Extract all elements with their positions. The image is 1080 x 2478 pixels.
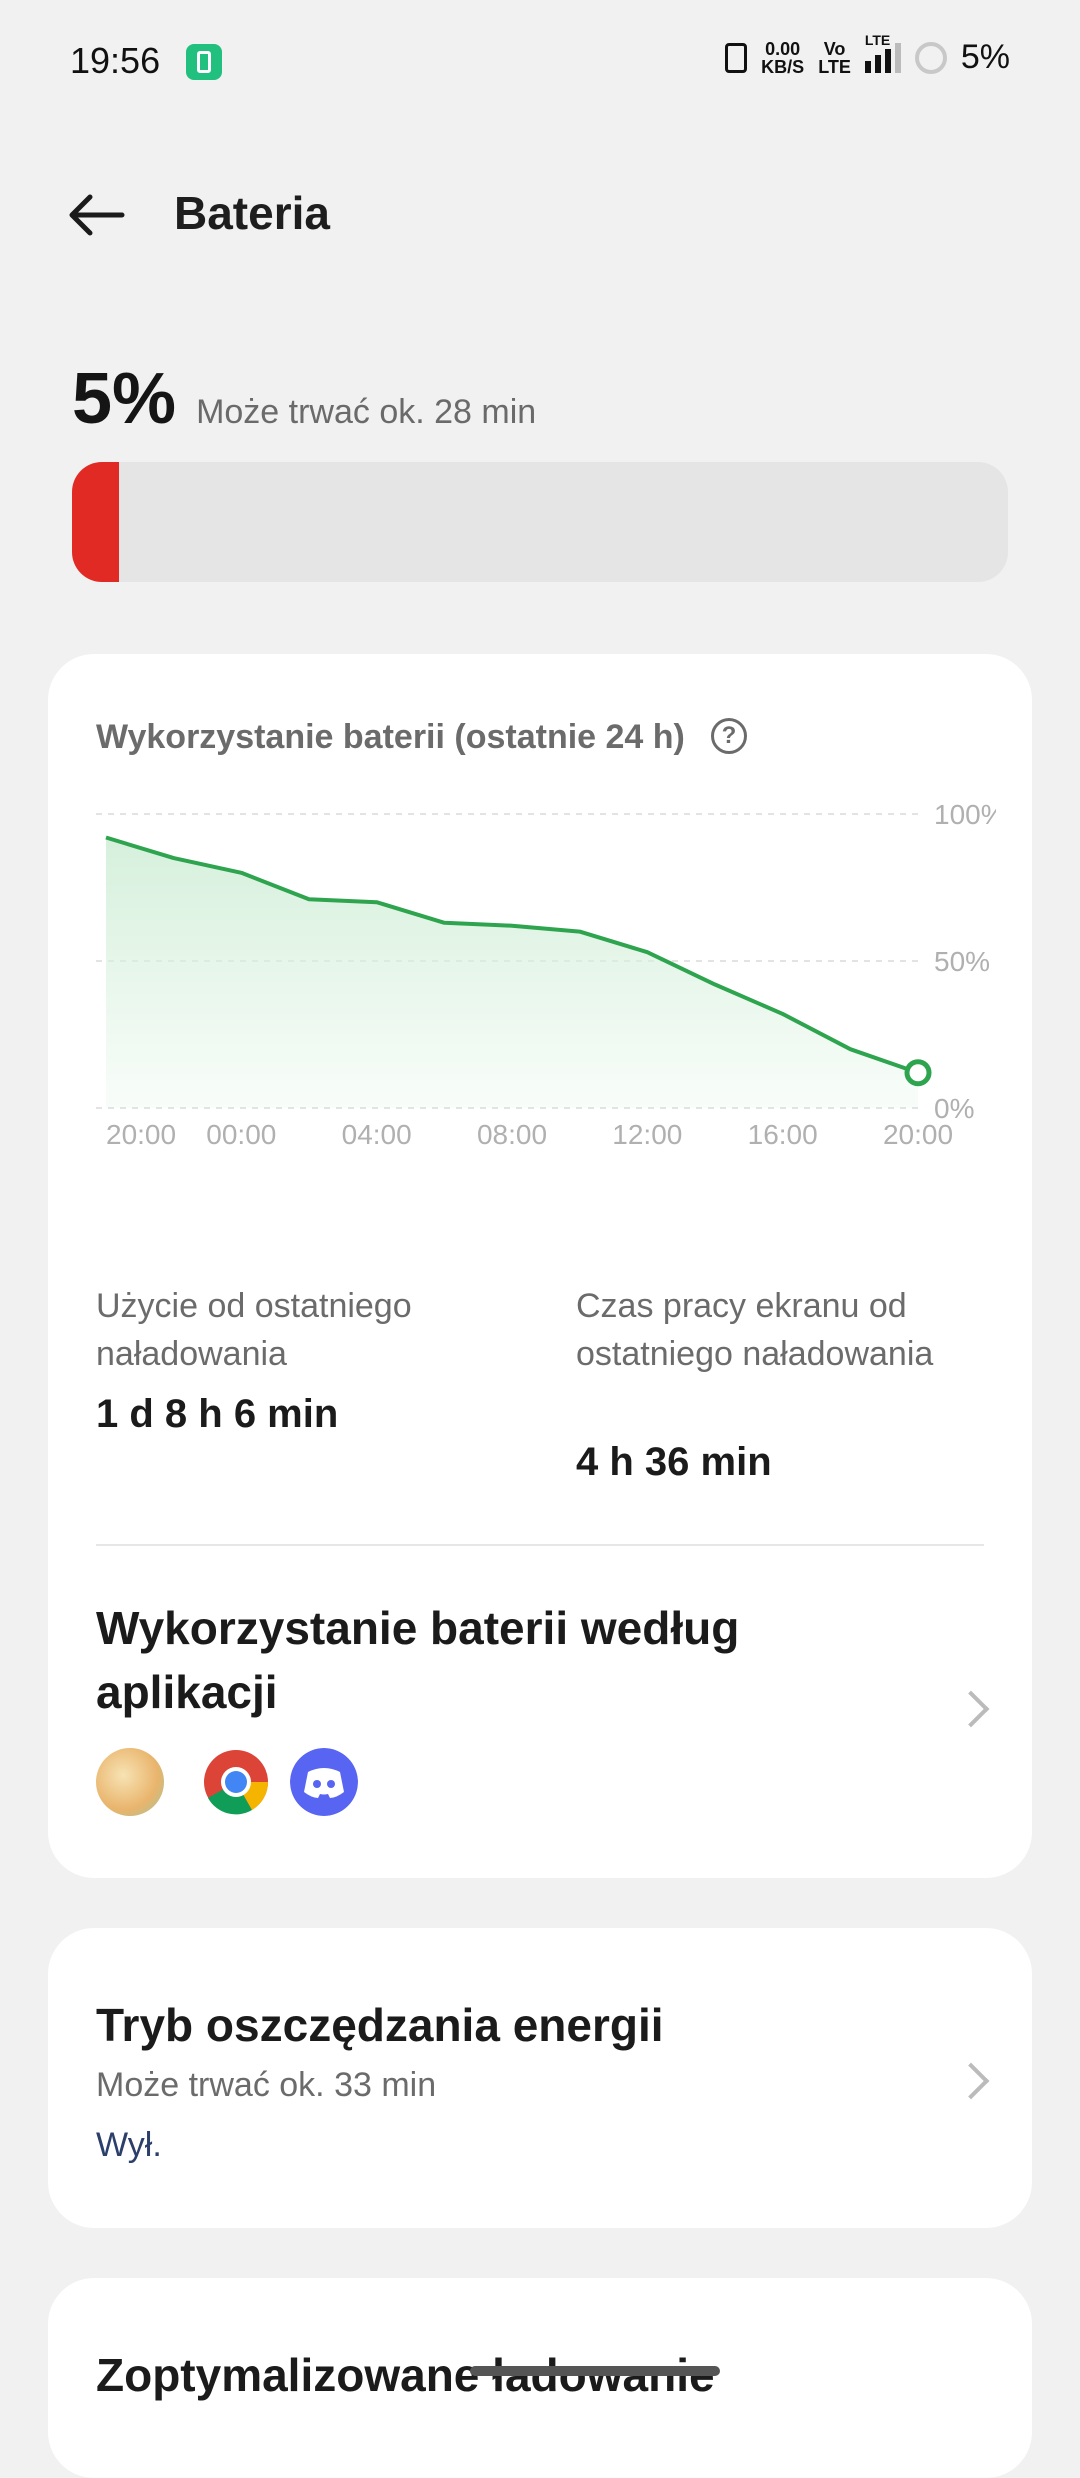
battery-level-fill bbox=[72, 462, 119, 582]
home-indicator[interactable] bbox=[470, 2366, 720, 2376]
power-saving-title: Tryb oszczędzania energii bbox=[96, 1998, 664, 2052]
battery-level-bar bbox=[72, 462, 1008, 582]
chart-area bbox=[106, 838, 918, 1108]
battery-estimate: Może trwać ok. 28 min bbox=[196, 393, 536, 432]
battery-percent: 5% bbox=[72, 358, 176, 440]
battery-ring-icon bbox=[915, 42, 947, 74]
usage-chart-title: Wykorzystanie baterii (ostatnie 24 h) bbox=[96, 718, 685, 757]
since-charge-value: 1 d 8 h 6 min bbox=[96, 1392, 338, 1437]
help-icon[interactable]: ? bbox=[711, 718, 747, 754]
chevron-right-icon bbox=[953, 1691, 990, 1728]
chart-current-point bbox=[907, 1062, 929, 1084]
status-time: 19:56 bbox=[70, 40, 160, 82]
battery-usage-card: Wykorzystanie baterii (ostatnie 24 h) ? … bbox=[48, 654, 1032, 1878]
usage-chart: 100%50%0%20:0000:0004:0008:0012:0016:002… bbox=[96, 794, 996, 1154]
optimized-charging-card[interactable]: Zoptymalizowane ładowanie bbox=[48, 2278, 1032, 2478]
net-speed: 0.00 KB/S bbox=[761, 40, 804, 76]
x-tick-label: 08:00 bbox=[477, 1119, 547, 1150]
x-tick-label: 16:00 bbox=[748, 1119, 818, 1150]
x-tick-label: 20:00 bbox=[883, 1119, 953, 1150]
since-charge-label: Użycie od ostatniego naładowania bbox=[96, 1282, 516, 1378]
y-tick-label: 100% bbox=[934, 799, 996, 830]
power-saving-estimate: Może trwać ok. 33 min bbox=[96, 2066, 436, 2105]
status-battery-percent: 5% bbox=[961, 38, 1010, 77]
power-saving-card[interactable]: Tryb oszczędzania energii Może trwać ok.… bbox=[48, 1928, 1032, 2228]
divider bbox=[96, 1544, 984, 1546]
signal-icon: LTE bbox=[865, 43, 901, 73]
chevron-right-icon bbox=[953, 2063, 990, 2100]
x-tick-label: 04:00 bbox=[342, 1119, 412, 1150]
status-bar: 19:56 0.00 KB/S Vo LTE LTE 5% bbox=[0, 0, 1080, 124]
screen-time-value: 4 h 36 min bbox=[576, 1440, 772, 1485]
x-tick-label: 20:00 bbox=[106, 1119, 176, 1150]
page-title: Bateria bbox=[174, 186, 330, 240]
discord-icon bbox=[290, 1748, 358, 1816]
screen-time-label: Czas pracy ekranu od ostatniego naładowa… bbox=[576, 1282, 936, 1378]
app-usage-title: Wykorzystanie baterii według aplikacji bbox=[96, 1596, 856, 1724]
battery-level: 5% Może trwać ok. 28 min bbox=[72, 358, 536, 440]
x-tick-label: 12:00 bbox=[612, 1119, 682, 1150]
vibrate-icon bbox=[725, 43, 747, 73]
y-tick-label: 50% bbox=[934, 946, 990, 977]
status-icons: 0.00 KB/S Vo LTE LTE 5% bbox=[725, 38, 1010, 77]
x-tick-label: 00:00 bbox=[206, 1119, 276, 1150]
game-app-icon bbox=[96, 1748, 164, 1816]
battery-saver-icon bbox=[186, 44, 222, 80]
back-arrow-icon[interactable] bbox=[66, 190, 126, 240]
volte-icon: Vo LTE bbox=[818, 40, 851, 76]
usage-chart-svg: 100%50%0%20:0000:0004:0008:0012:0016:002… bbox=[96, 794, 996, 1154]
chrome-icon bbox=[202, 1748, 270, 1816]
power-saving-state: Wył. bbox=[96, 2126, 162, 2165]
